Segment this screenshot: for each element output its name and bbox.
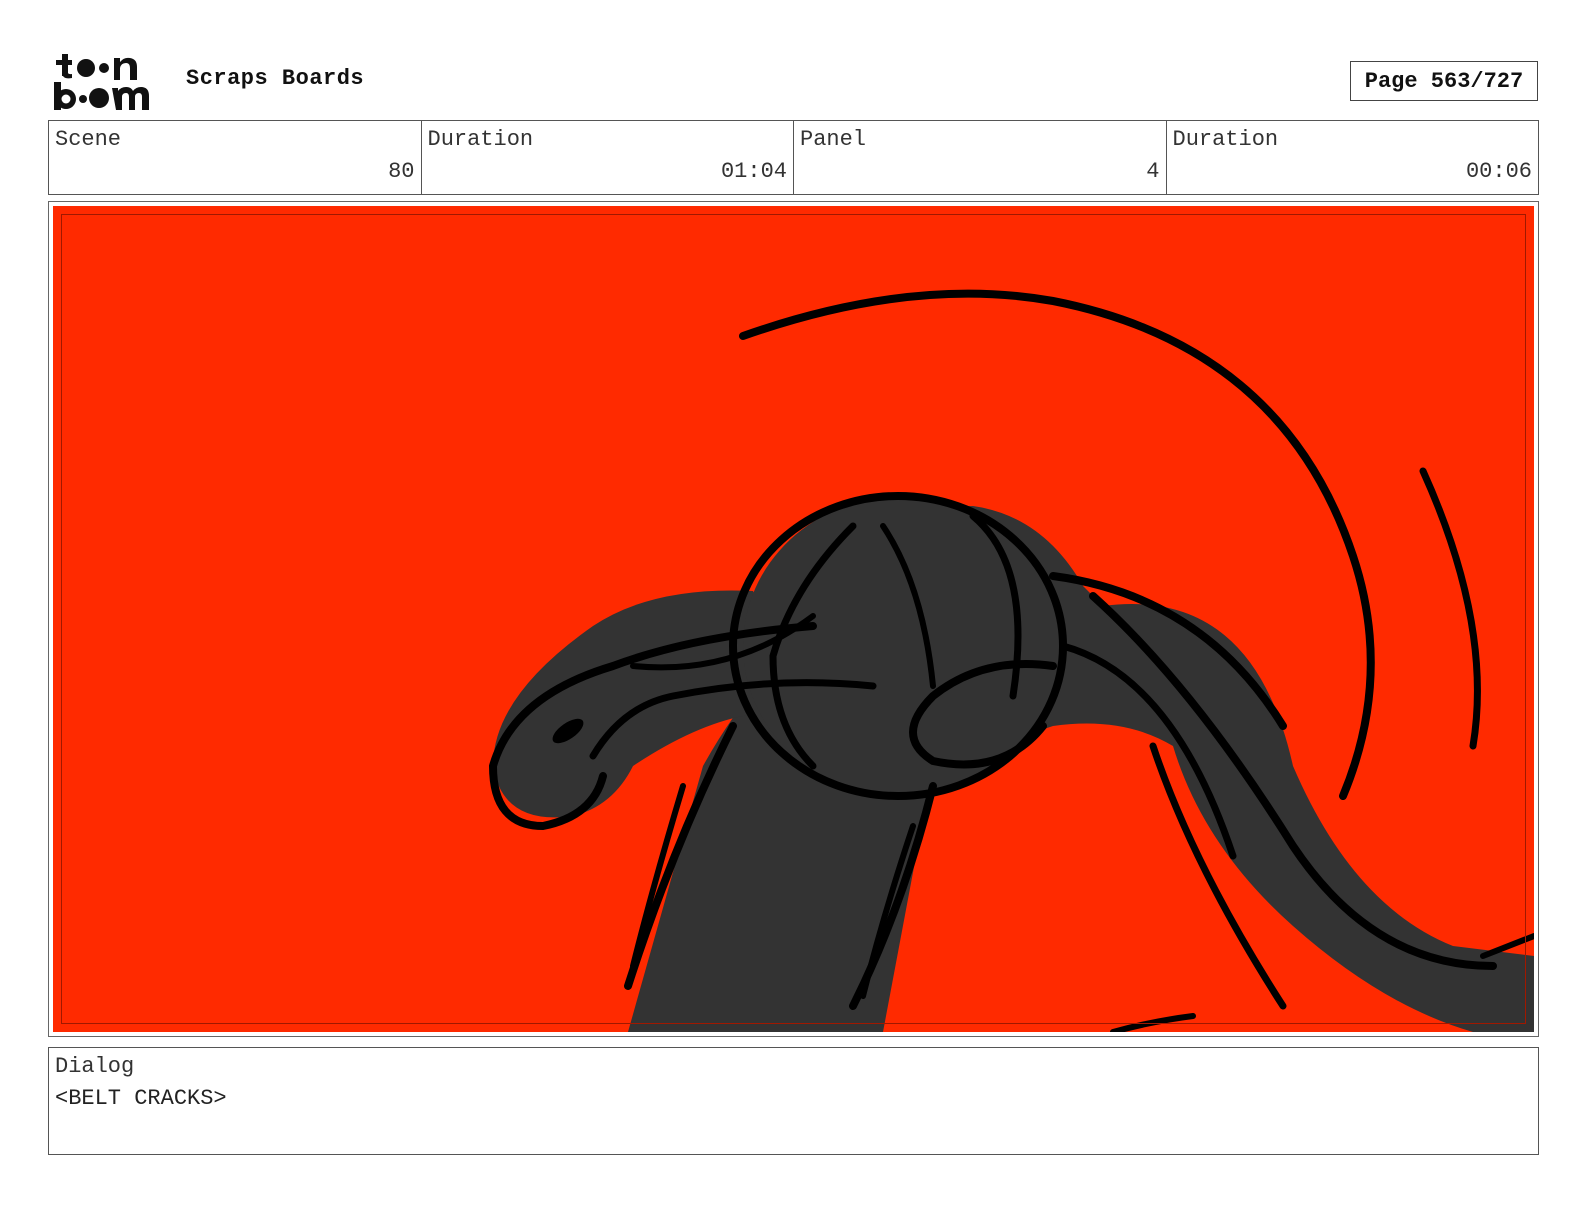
scene-label: Scene <box>55 127 122 152</box>
storyboard-panel-image <box>53 206 1534 1032</box>
toon-boom-logo <box>52 52 164 112</box>
board-title: Scraps Boards <box>186 66 365 91</box>
scene-duration-value: 01:04 <box>720 159 787 184</box>
panel-duration-value: 00:06 <box>1465 159 1532 184</box>
page-indicator: Page 563/727 <box>1350 61 1538 101</box>
scene-duration-label: Duration <box>427 127 534 152</box>
dialog-box: Dialog <BELT CRACKS> <box>48 1047 1539 1155</box>
scene-duration-cell: Duration 01:04 <box>422 121 794 194</box>
toon-boom-logo-icon <box>54 54 149 110</box>
panel-sketch <box>488 289 1534 1032</box>
panel-duration-label: Duration <box>1172 127 1279 152</box>
panel-value: 4 <box>1146 159 1160 184</box>
panel-label: Panel <box>800 127 867 152</box>
storyboard-panel-frame <box>48 201 1539 1037</box>
dialog-label: Dialog <box>55 1054 135 1079</box>
scene-value: 80 <box>388 159 415 184</box>
dialog-text: <BELT CRACKS> <box>55 1086 227 1111</box>
scene-cell: Scene 80 <box>49 121 422 194</box>
panel-duration-cell: Duration 00:06 <box>1167 121 1539 194</box>
scene-info-table: Scene 80 Duration 01:04 Panel 4 Duration… <box>48 120 1539 195</box>
panel-cell: Panel 4 <box>794 121 1167 194</box>
